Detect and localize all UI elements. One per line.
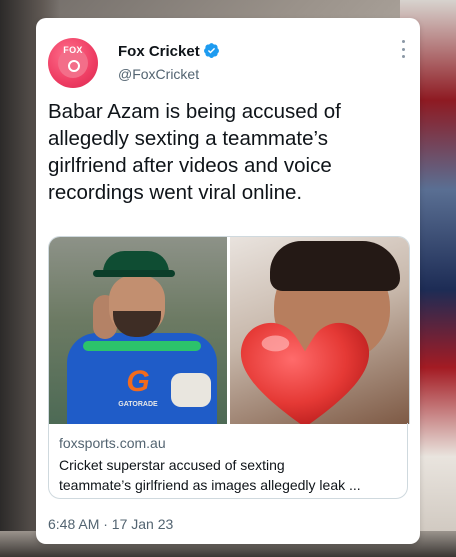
avatar-logo-text: FOX bbox=[63, 45, 83, 55]
cricket-ball-icon bbox=[68, 60, 80, 72]
jersey-stripe bbox=[83, 341, 201, 351]
cap-brim-shape bbox=[93, 270, 175, 277]
link-domain: foxsports.com.au bbox=[59, 435, 166, 451]
fox-cricket-logo-icon: FOX bbox=[58, 45, 88, 78]
hair-shape bbox=[270, 241, 400, 291]
media-image-right[interactable] bbox=[230, 237, 409, 424]
tweet-timestamp[interactable]: 6:48 AM · 17 Jan 23 bbox=[48, 516, 173, 532]
avatar[interactable]: FOX bbox=[48, 38, 98, 88]
heart-emoji-icon bbox=[240, 322, 370, 424]
more-options-icon[interactable] bbox=[402, 40, 406, 58]
author-handle[interactable]: @FoxCricket bbox=[118, 66, 199, 82]
tweet-text: Babar Azam is being accused of allegedly… bbox=[48, 100, 341, 204]
sponsor-text: GATORADE bbox=[118, 401, 158, 408]
tweet-media[interactable]: G GATORADE bbox=[48, 236, 410, 424]
media-image-left[interactable]: G GATORADE bbox=[49, 237, 227, 424]
author-name[interactable]: Fox Cricket bbox=[118, 43, 200, 60]
tweet-card[interactable]: FOX Fox Cricket @FoxCricket Babar Azam i… bbox=[36, 18, 420, 544]
link-card[interactable]: foxsports.com.au Cricket superstar accus… bbox=[48, 423, 408, 499]
verified-badge-icon bbox=[204, 43, 219, 58]
link-headline: Cricket superstar accused of sexting tea… bbox=[59, 457, 361, 493]
wristband-shape bbox=[171, 373, 211, 407]
gatorade-logo-icon: G bbox=[126, 365, 150, 398]
